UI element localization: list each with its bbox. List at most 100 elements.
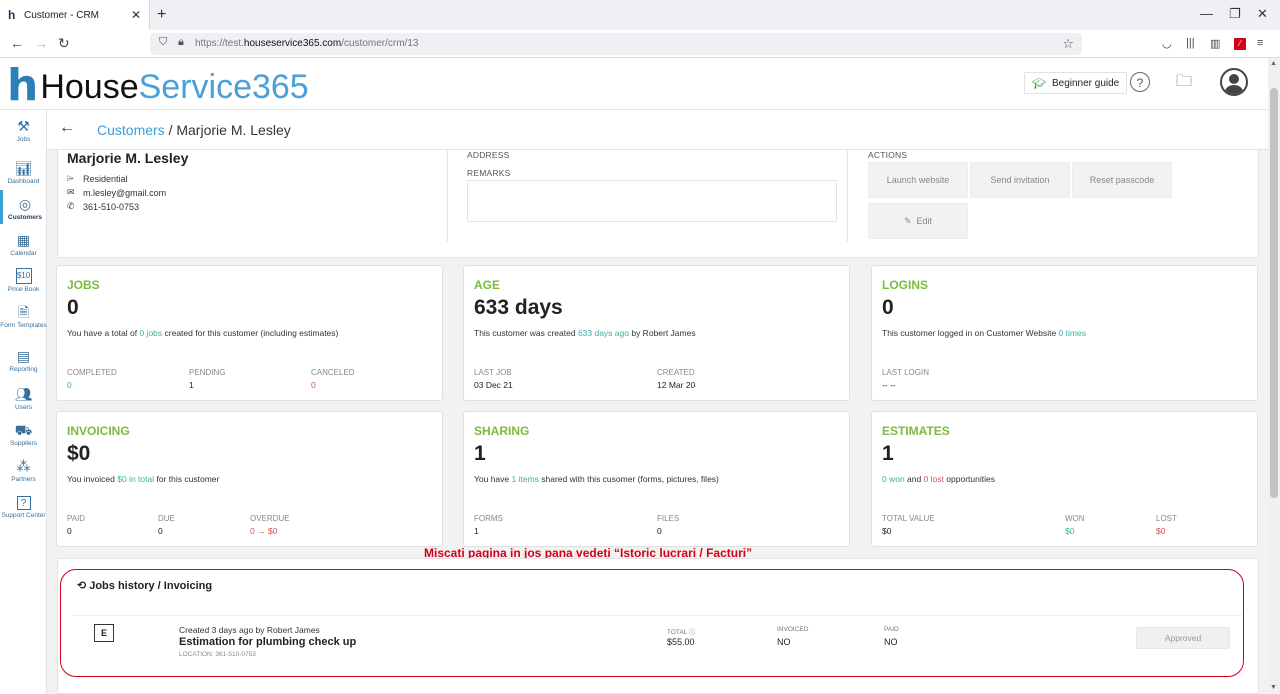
card-description: This customer logged in on Customer Webs… xyxy=(882,328,1086,338)
library-icon[interactable]: ||| xyxy=(1186,37,1195,49)
address-bar[interactable]: ⛉ 🔒︎ https://test.houseservice365.com/cu… xyxy=(150,33,1082,55)
vertical-scrollbar[interactable]: ▲ ▼ xyxy=(1268,58,1280,694)
mail-icon: ✉ xyxy=(67,187,75,197)
stat-value: 1 xyxy=(189,380,194,390)
back-icon[interactable]: ← xyxy=(10,35,24,51)
sidebar-item-label: Dashboard xyxy=(7,178,40,185)
sidebar-item-form-templates[interactable]: 🗎 Form Templates xyxy=(0,304,47,330)
sidebar-item-customers[interactable]: ◎ Customers xyxy=(0,190,47,224)
logo[interactable]: h House Service365 xyxy=(7,62,309,108)
card-title: SHARING xyxy=(474,424,530,438)
browser-tab[interactable]: h Customer - CRM ✕ xyxy=(0,0,150,30)
tab-close-icon[interactable]: ✕ xyxy=(131,8,141,22)
sidebar-item-dashboard[interactable]: 📊︎ Dashboard xyxy=(0,160,47,186)
sidebar-item-suppliers[interactable]: ⛟ Suppliers xyxy=(0,422,47,448)
lost-link[interactable]: 0 lost xyxy=(924,474,944,484)
breadcrumb-customers-link[interactable]: Customers xyxy=(97,122,165,138)
desc-text: by Robert James xyxy=(628,328,696,338)
scroll-down-icon[interactable]: ▼ xyxy=(1270,684,1277,691)
restore-icon[interactable]: ❐ xyxy=(1229,6,1241,22)
address-label: ADDRESS xyxy=(467,150,510,160)
avatar[interactable] xyxy=(1220,68,1248,96)
sidebar-item-reporting[interactable]: ▤ Reporting xyxy=(0,348,47,374)
stat-label: WON xyxy=(1065,514,1085,523)
browser-tab-bar: h Customer - CRM ✕ + — ❐ ✕ xyxy=(0,0,1280,30)
invoiced-total-link[interactable]: $0 in total xyxy=(117,474,154,484)
sidebar-item-label: Customers xyxy=(8,214,42,221)
scroll-up-icon[interactable]: ▲ xyxy=(1270,60,1277,67)
send-invitation-button[interactable]: Send invitation xyxy=(970,162,1070,198)
logo-service-text: Service365 xyxy=(138,68,309,106)
remarks-box[interactable] xyxy=(467,180,837,222)
sidebar-item-calendar[interactable]: ▦ Calendar xyxy=(0,232,47,258)
customer-name: Marjorie M. Lesley xyxy=(67,150,189,166)
reload-icon[interactable]: ↻ xyxy=(58,35,70,52)
card-description: 0 won and 0 lost opportunities xyxy=(882,474,995,484)
shield-icon[interactable]: ⛉ xyxy=(159,36,167,49)
scrollbar-thumb[interactable] xyxy=(1270,88,1278,498)
card-description: You have a total of 0 jobs created for t… xyxy=(67,328,338,338)
stat-value: $0 xyxy=(1156,526,1166,536)
desc-text: You have xyxy=(474,474,512,484)
lock-icon[interactable]: 🔒︎ xyxy=(178,36,184,49)
truck-icon: ⛟ xyxy=(14,422,33,438)
card-description: You have 1 items shared with this cusome… xyxy=(474,474,719,484)
card-value: 1 xyxy=(474,442,486,465)
breadcrumb-separator: / xyxy=(164,122,177,138)
sidebar-item-price-book[interactable]: $10 Price Book xyxy=(0,268,47,294)
help-icon[interactable]: ? xyxy=(1130,72,1150,92)
sidebar-item-support-center[interactable]: ? Support Center xyxy=(0,496,47,520)
sidebar-item-partners[interactable]: ⁂ Partners xyxy=(0,458,47,484)
calendar-icon: ▦ xyxy=(16,232,31,248)
shared-items-link[interactable]: 1 items xyxy=(512,474,539,484)
stat-value: 1 xyxy=(474,526,479,536)
edit-button[interactable]: ✎ Edit xyxy=(868,203,968,239)
desc-text: This customer was created xyxy=(474,328,578,338)
folder-icon[interactable]: 🗀 xyxy=(1174,72,1194,92)
bar-chart-icon: 📊︎ xyxy=(14,160,33,176)
stat-value: 0 xyxy=(67,380,72,390)
favicon-icon: h xyxy=(8,8,16,22)
desc-text: You invoiced xyxy=(67,474,118,484)
logo-house-text: House xyxy=(40,68,139,106)
url-text: https://test.houseservice365.com/custome… xyxy=(195,38,419,49)
sidebar-toggle-icon[interactable]: ▥ xyxy=(1210,37,1220,50)
new-tab-icon[interactable]: + xyxy=(157,6,166,24)
estimates-card: ESTIMATES 1 0 won and 0 lost opportuniti… xyxy=(871,411,1258,547)
logins-link[interactable]: 0 times xyxy=(1059,328,1086,338)
minimize-icon[interactable]: — xyxy=(1200,6,1213,21)
beginner-guide-button[interactable]: 🎓︎ Beginner guide xyxy=(1024,72,1128,94)
customer-email: ✉ m.lesley@gmail.com xyxy=(67,187,166,198)
won-link[interactable]: 0 won xyxy=(882,474,905,484)
sharing-card: SHARING 1 You have 1 items shared with t… xyxy=(463,411,850,547)
stat-value: 0 xyxy=(657,526,662,536)
desc-text: You have a total of xyxy=(67,328,140,338)
pocket-icon[interactable]: ◡ xyxy=(1162,37,1172,50)
card-value: 0 xyxy=(882,296,894,319)
stat-label: LAST JOB xyxy=(474,368,512,377)
network-icon: ⁂ xyxy=(16,458,31,474)
forward-icon[interactable]: → xyxy=(34,35,48,51)
menu-icon[interactable]: ≡ xyxy=(1257,37,1263,49)
close-window-icon[interactable]: ✕ xyxy=(1257,6,1268,22)
stat-label: DUE xyxy=(158,514,175,523)
jobs-count-link[interactable]: 0 jobs xyxy=(139,328,162,338)
stat-value: 0 xyxy=(158,526,163,536)
launch-website-button[interactable]: Launch website xyxy=(868,162,968,198)
target-icon: ◎ xyxy=(18,196,32,212)
highlight-box xyxy=(60,569,1244,677)
age-link[interactable]: 633 days ago xyxy=(578,328,629,338)
extension-icon[interactable]: ⁄ xyxy=(1234,38,1246,50)
edit-label: Edit xyxy=(916,216,933,226)
help-icon: ? xyxy=(16,496,31,510)
sidebar-item-users[interactable]: 👥︎ Users xyxy=(0,386,47,412)
sidebar: ⚒ Jobs 📊︎ Dashboard ◎ Customers ▦ Calend… xyxy=(0,110,47,694)
sidebar-item-label: Reporting xyxy=(9,366,38,373)
card-description: You invoiced $0 in total for this custom… xyxy=(67,474,219,484)
sidebar-item-jobs[interactable]: ⚒ Jobs xyxy=(0,118,47,144)
card-value: $0 xyxy=(67,442,91,465)
bookmark-star-icon[interactable]: ☆ xyxy=(1062,36,1074,52)
reset-passcode-button[interactable]: Reset passcode xyxy=(1072,162,1172,198)
back-arrow-icon[interactable]: ← xyxy=(59,119,75,137)
customer-type: ⌲ Residential xyxy=(67,173,128,184)
